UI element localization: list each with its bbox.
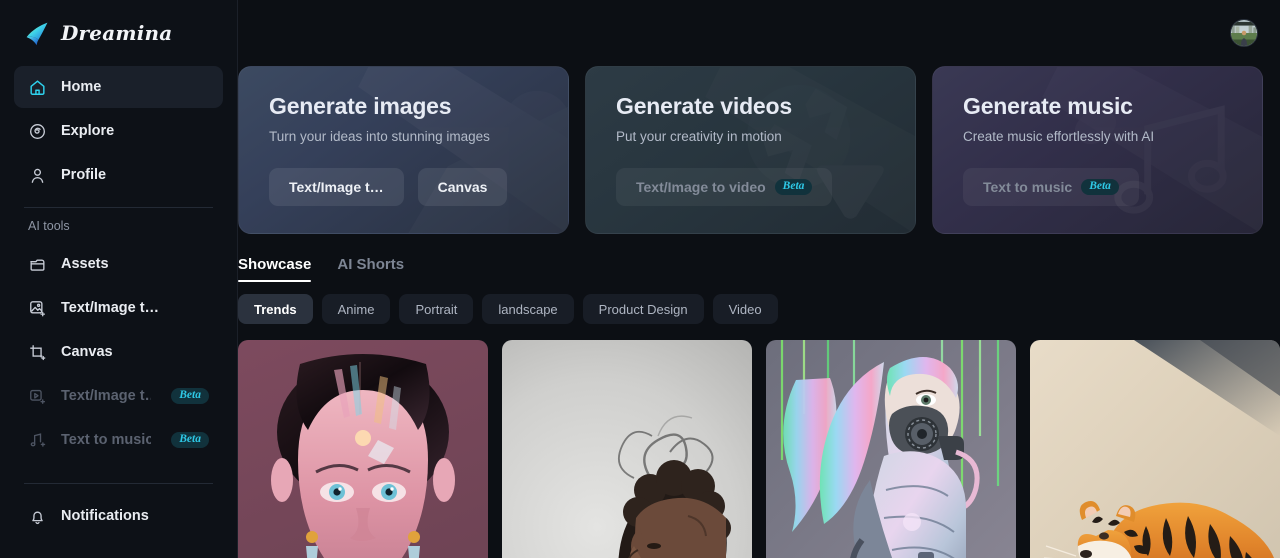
sidebar-item-label: Text to music (61, 432, 152, 448)
chip-anime[interactable]: Anime (321, 294, 391, 324)
card-subtitle: Create music effortlessly with AI (963, 129, 1155, 144)
home-icon (28, 78, 47, 97)
category-filter-chips: Trends Anime Portrait landscape Product … (238, 294, 1280, 324)
tiger-minimal-thumbnail (1030, 340, 1280, 558)
gallery-item-chrome-glass-portrait[interactable] (238, 340, 488, 558)
sidebar-item-canvas[interactable]: Canvas (14, 331, 223, 373)
chip-trends[interactable]: Trends (238, 294, 313, 324)
card-button-label: Text/Image to video (636, 179, 766, 195)
sidebar-item-label: Assets (61, 256, 109, 272)
sidebar-item-label: Text/Image t… (61, 300, 160, 316)
chip-label: Product Design (598, 301, 688, 317)
gallery-item-smoke-hair-profile[interactable] (502, 340, 752, 558)
sidebar-divider-bottom (24, 483, 213, 484)
sidebar-item-label: Profile (61, 167, 107, 183)
sidebar-divider-top (24, 207, 213, 208)
brand-name: Dreamina (61, 21, 173, 45)
chip-product-design[interactable]: Product Design (582, 294, 704, 324)
sidebar-item-notifications[interactable]: Notifications (14, 495, 223, 537)
card-actions: Text/Image t… Canvas (269, 168, 568, 206)
chip-label: Trends (254, 301, 297, 317)
card-title: Generate music (963, 93, 1133, 119)
chip-video[interactable]: Video (712, 294, 778, 324)
chrome-glass-portrait-thumbnail (238, 340, 488, 558)
tab-label: AI Shorts (337, 256, 405, 273)
hero-card-generate-music[interactable]: Generate music Create music effortlessly… (932, 66, 1263, 234)
main-content: Generate images Turn your ideas into stu… (238, 0, 1280, 558)
chip-label: Video (728, 301, 762, 317)
cyberpunk-robot-girl-thumbnail (766, 340, 1016, 558)
sidebar-item-label: Home (61, 79, 102, 95)
card-subtitle: Put your creativity in motion (616, 129, 782, 144)
sidebar-item-assets[interactable]: Assets (14, 243, 223, 285)
image-plus-icon (28, 299, 47, 318)
canvas-icon (28, 343, 47, 362)
compass-icon (28, 122, 47, 141)
hero-card-generate-images[interactable]: Generate images Turn your ideas into stu… (238, 66, 569, 234)
sidebar-item-label: Notifications (61, 508, 149, 524)
tab-label: Showcase (238, 256, 312, 273)
chip-label: Anime (337, 301, 375, 317)
card-button-label: Canvas (437, 179, 488, 195)
beta-badge: Beta (1081, 178, 1119, 196)
dreamina-logo-icon (23, 19, 52, 48)
topbar (238, 0, 1280, 66)
sidebar-item-text-image-to-video[interactable]: Text/Image t… Beta (14, 375, 223, 417)
card-subtitle: Turn your ideas into stunning images (269, 129, 490, 144)
gallery-item-cyberpunk-robot-girl[interactable] (766, 340, 1016, 558)
smoke-hair-profile-thumbnail (502, 340, 752, 558)
hero-card-generate-videos[interactable]: Generate videos Put your creativity in m… (585, 66, 916, 234)
beta-badge: Beta (171, 431, 209, 449)
chip-portrait[interactable]: Portrait (399, 294, 474, 324)
sidebar-item-text-image-to-image[interactable]: Text/Image t… (14, 287, 223, 329)
sidebar-item-home[interactable]: Home (14, 66, 223, 108)
sidebar-section-label-ai-tools: AI tools (28, 219, 70, 233)
chip-landscape[interactable]: landscape (482, 294, 574, 324)
beta-badge: Beta (171, 387, 209, 405)
gallery-item-tiger-minimal[interactable] (1030, 340, 1280, 558)
sidebar-item-explore[interactable]: Explore (14, 110, 223, 152)
sidebar-item-text-to-music[interactable]: Text to music Beta (14, 419, 223, 461)
card-button-label: Text to music (983, 179, 1073, 195)
card-button-text-image-to-video[interactable]: Text/Image to video Beta (616, 168, 833, 206)
sidebar-item-label: Explore (61, 123, 115, 139)
card-button-text-to-music[interactable]: Text to music Beta (963, 168, 1139, 206)
music-note-icon (28, 431, 47, 450)
card-title: Generate images (269, 93, 452, 119)
tab-showcase[interactable]: Showcase (238, 256, 312, 282)
person-icon (28, 166, 47, 185)
app-root: Dreamina Home Explore Profile AI tools A… (0, 0, 1280, 558)
sidebar-item-profile[interactable]: Profile (14, 154, 223, 196)
user-avatar-image (1231, 20, 1257, 46)
bell-icon (28, 507, 47, 526)
content-tabs: Showcase AI Shorts (238, 256, 1280, 282)
folder-icon (28, 255, 47, 274)
beta-badge: Beta (774, 178, 813, 196)
card-button-label: Text/Image t… (289, 179, 384, 195)
showcase-gallery (238, 340, 1280, 558)
avatar[interactable] (1230, 19, 1258, 47)
card-title: Generate videos (616, 93, 792, 119)
card-actions: Text/Image to video Beta (616, 168, 915, 206)
brand-logo-wordmark[interactable]: Dreamina (14, 0, 223, 66)
sidebar-item-label: Text/Image t… (61, 388, 152, 404)
video-plus-icon (28, 387, 47, 406)
card-button-canvas[interactable]: Canvas (417, 168, 508, 206)
sidebar-item-label: Canvas (61, 344, 113, 360)
sidebar: Dreamina Home Explore Profile AI tools A… (0, 0, 238, 558)
hero-cards: Generate images Turn your ideas into stu… (238, 66, 1280, 234)
card-actions: Text to music Beta (963, 168, 1262, 206)
chip-label: Portrait (415, 301, 458, 317)
tab-ai-shorts[interactable]: AI Shorts (337, 256, 404, 282)
card-button-text-image-to-image[interactable]: Text/Image t… (269, 168, 404, 206)
chip-label: landscape (498, 301, 558, 317)
